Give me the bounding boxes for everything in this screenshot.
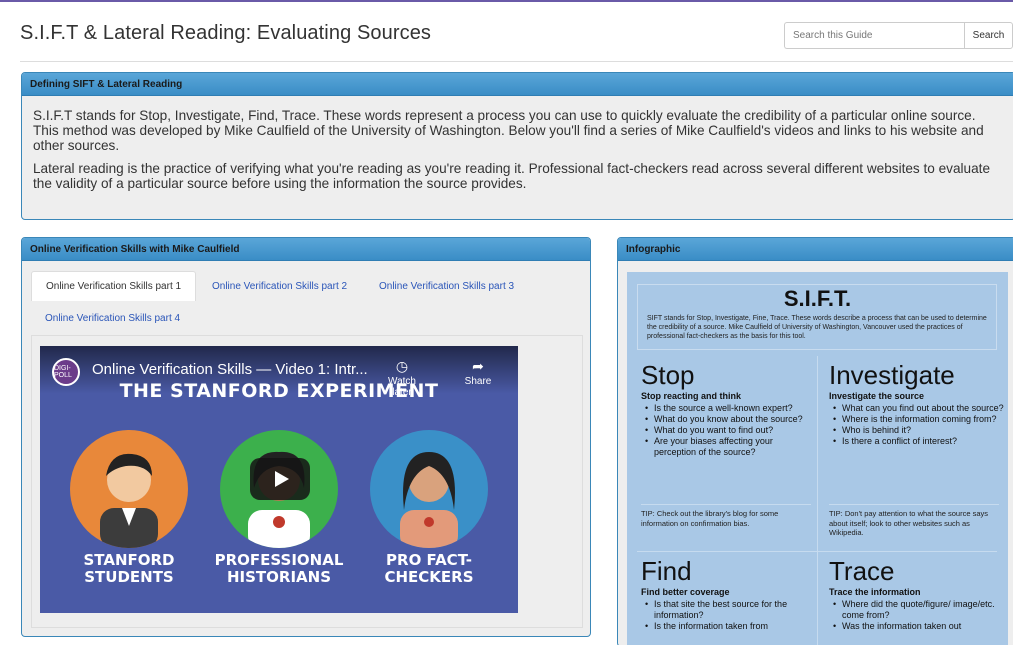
- label-pro-fact-checkers: PRO FACT-CHECKERS: [384, 551, 474, 586]
- share-label: Share: [464, 376, 492, 387]
- tab-part-2[interactable]: Online Verification Skills part 2: [198, 271, 361, 301]
- channel-logo[interactable]: DIGI-POLL: [52, 358, 80, 386]
- definition-panel-title: Defining SIFT & Lateral Reading: [22, 73, 1013, 96]
- section-find: Find Find better coverage Is that site t…: [641, 558, 816, 632]
- section-subtitle: Trace the information: [829, 587, 921, 597]
- definition-panel: Defining SIFT & Lateral Reading S.I.F.T …: [21, 72, 1013, 220]
- list-item: Was the information taken out: [829, 621, 1004, 632]
- infographic-vertical-divider: [817, 356, 818, 645]
- section-trace: Trace Trace the information Where did th…: [829, 558, 1004, 632]
- video-player[interactable]: THE STANFORD EXPERIMENT DIGI-POLL Online…: [40, 346, 518, 613]
- infographic-intro: SIFT stands for Stop, Investigate, Fine,…: [647, 315, 987, 340]
- student-illustration: [70, 430, 188, 548]
- lateral-reading-paragraph: Lateral reading is the practice of verif…: [33, 161, 991, 191]
- infographic-panel: Infographic S.I.F.T. SIFT stands for Sto…: [617, 237, 1013, 645]
- tip-stop: TIP: Check out the library's blog for so…: [641, 504, 811, 528]
- share-arrow-icon: ➦: [472, 358, 484, 374]
- list-item: Are your biases affecting your perceptio…: [641, 436, 816, 458]
- top-accent-line: [0, 0, 1013, 2]
- sift-infographic: S.I.F.T. SIFT stands for Stop, Investiga…: [627, 272, 1008, 645]
- watch-later-button[interactable]: ◷ Watch later: [382, 358, 422, 398]
- tab-part-1[interactable]: Online Verification Skills part 1: [31, 271, 197, 301]
- sift-definition-paragraph: S.I.F.T stands for Stop, Investigate, Fi…: [33, 108, 984, 153]
- watch-later-label: Watch later: [388, 376, 416, 398]
- video-banner-title: THE STANFORD EXPERIMENT: [119, 380, 439, 402]
- section-title: Trace: [829, 556, 895, 586]
- video-tabs: Online Verification Skills part 1 Online…: [31, 271, 583, 336]
- tab-part-3[interactable]: Online Verification Skills part 3: [365, 271, 528, 301]
- list-item: Where is the information coming from?: [829, 414, 1004, 425]
- list-item: Is the information taken from: [641, 621, 816, 632]
- title-divider: [20, 61, 1013, 62]
- clock-icon: ◷: [395, 358, 409, 374]
- section-subtitle: Find better coverage: [641, 587, 730, 597]
- infographic-horizontal-divider: [637, 551, 997, 552]
- label-stanford-students: STANFORD STUDENTS: [83, 551, 175, 586]
- guide-search: Search: [784, 22, 1013, 49]
- section-subtitle: Stop reacting and think: [641, 391, 742, 401]
- page-title: S.I.F.T & Lateral Reading: Evaluating So…: [20, 22, 432, 44]
- section-subtitle: Investigate the source: [829, 391, 925, 401]
- videos-panel: Online Verification Skills with Mike Cau…: [21, 237, 591, 637]
- section-title: Investigate: [829, 360, 955, 390]
- list-item: What do you know about the source?: [641, 414, 816, 425]
- list-item: What do you want to find out?: [641, 425, 816, 436]
- search-button[interactable]: Search: [964, 22, 1013, 49]
- play-button[interactable]: [250, 458, 310, 500]
- section-title: Find: [641, 556, 692, 586]
- video-title[interactable]: Online Verification Skills — Video 1: In…: [92, 361, 368, 378]
- label-professional-historians: PROFESSIONAL HISTORIANS: [214, 551, 344, 586]
- list-item: What can you find out about the source?: [829, 403, 1004, 414]
- search-input[interactable]: [784, 22, 964, 49]
- definition-panel-body: S.I.F.T stands for Stop, Investigate, Fi…: [22, 96, 1013, 211]
- infographic-panel-title: Infographic: [618, 238, 1013, 261]
- list-item: Is there a conflict of interest?: [829, 436, 1004, 447]
- section-stop: Stop Stop reacting and think Is the sour…: [641, 362, 816, 458]
- list-item: Is the source a well-known expert?: [641, 403, 816, 414]
- fact-checker-illustration: [370, 430, 488, 548]
- tab-part-4[interactable]: Online Verification Skills part 4: [31, 303, 194, 333]
- infographic-heading: S.I.F.T.: [783, 286, 852, 311]
- list-item: Is that site the best source for the inf…: [641, 599, 816, 621]
- videos-panel-title: Online Verification Skills with Mike Cau…: [22, 238, 590, 261]
- section-title: Stop: [641, 360, 695, 390]
- list-item: Who is behind it?: [829, 425, 1004, 436]
- list-item: Where did the quote/figure/ image/etc. c…: [829, 599, 1004, 621]
- section-investigate: Investigate Investigate the source What …: [829, 362, 1004, 447]
- share-button[interactable]: ➦ Share: [458, 358, 498, 387]
- tip-investigate: TIP: Don't pay attention to what the sou…: [829, 504, 999, 538]
